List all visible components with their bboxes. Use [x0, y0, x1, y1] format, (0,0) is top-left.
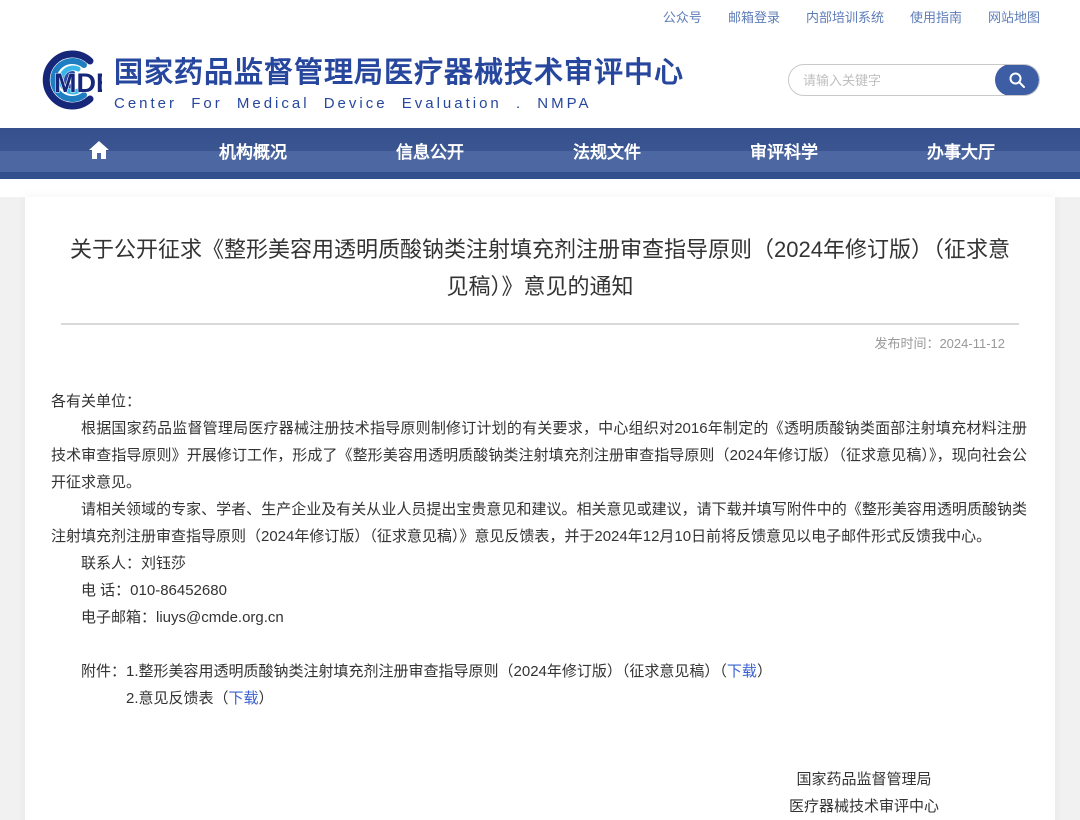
paren: ）	[259, 690, 274, 707]
nav-item-service-hall[interactable]: 办事大厅	[927, 138, 995, 163]
header-spacer	[0, 179, 1080, 197]
topbar-link-user-guide[interactable]: 使用指南	[910, 7, 962, 26]
attachment-item: 2.意见反馈表（下载）	[51, 685, 1027, 712]
article-card: 关于公开征求《整形美容用透明质酸钠类注射填充剂注册审查指导原则（2024年修订版…	[25, 197, 1055, 820]
article-title: 关于公开征求《整形美容用透明质酸钠类注射填充剂注册审查指导原则（2024年修订版…	[60, 231, 1020, 305]
publish-time: 发布时间：2024-11-12	[39, 333, 1005, 352]
topbar-link-sitemap[interactable]: 网站地图	[988, 7, 1040, 26]
paren: ）	[757, 663, 772, 680]
nav-bottom-strip	[0, 172, 1080, 179]
cmde-logo-icon: MDE	[28, 44, 102, 116]
salutation: 各有关单位：	[51, 388, 1027, 415]
site-logo[interactable]: MDE 国家药品监督管理局医疗器械技术审评中心 Center For Medic…	[28, 44, 684, 116]
site-header: MDE 国家药品监督管理局医疗器械技术审评中心 Center For Medic…	[0, 32, 1080, 128]
paren: （	[214, 690, 229, 707]
site-search	[788, 64, 1040, 96]
title-divider	[61, 323, 1019, 325]
contact-email: 电子邮箱：liuys@cmde.org.cn	[51, 604, 1027, 631]
topbar-link-training-system[interactable]: 内部培训系统	[806, 7, 884, 26]
attachment-download-link[interactable]: 下载	[727, 663, 757, 680]
search-icon	[1008, 71, 1026, 89]
top-utility-bar: 公众号 邮箱登录 内部培训系统 使用指南 网站地图	[0, 0, 1080, 32]
contact-phone: 电 话：010-86452680	[51, 577, 1027, 604]
signature-org-2: 医疗器械技术审评中心	[759, 793, 969, 820]
search-button[interactable]	[995, 64, 1039, 96]
logo-text: 国家药品监督管理局医疗器械技术审评中心 Center For Medical D…	[114, 49, 684, 112]
contact-person: 联系人：刘钰莎	[51, 550, 1027, 577]
article-body: 各有关单位： 根据国家药品监督管理局医疗器械注册技术指导原则制修订计划的有关要求…	[39, 352, 1041, 820]
svg-text:MDE: MDE	[54, 68, 102, 98]
topbar-link-wechat[interactable]: 公众号	[663, 7, 702, 26]
attachments: 附件：1.整形美容用透明质酸钠类注射填充剂注册审查指导原则（2024年修订版）（…	[51, 658, 1027, 712]
nav-item-info-disclosure[interactable]: 信息公开	[396, 138, 464, 163]
attachment-download-link[interactable]: 下载	[229, 690, 259, 707]
main-nav: 机构概况 信息公开 法规文件 审评科学 办事大厅	[0, 128, 1080, 172]
search-input[interactable]	[789, 65, 995, 95]
home-icon	[88, 140, 110, 160]
logo-title-cn: 国家药品监督管理局医疗器械技术审评中心	[114, 49, 684, 91]
signature-block: 国家药品监督管理局 医疗器械技术审评中心 2024年11月11日	[759, 766, 969, 820]
signature-org-1: 国家药品监督管理局	[759, 766, 969, 793]
nav-item-review-science[interactable]: 审评科学	[750, 138, 818, 163]
nav-item-regulations[interactable]: 法规文件	[573, 138, 641, 163]
paren: （	[719, 663, 727, 680]
paragraph: 请相关领域的专家、学者、生产企业及有关从业人员提出宝贵意见和建议。相关意见或建议…	[51, 496, 1027, 550]
nav-home[interactable]	[88, 140, 110, 160]
paragraph: 根据国家药品监督管理局医疗器械注册技术指导原则制修订计划的有关要求，中心组织对2…	[51, 415, 1027, 496]
attachments-label: 附件：	[81, 663, 126, 680]
attachment-name: 2.意见反馈表	[126, 690, 214, 707]
topbar-link-mail-login[interactable]: 邮箱登录	[728, 7, 780, 26]
page: 公众号 邮箱登录 内部培训系统 使用指南 网站地图 MDE 国家药品监督管理局医…	[0, 0, 1080, 820]
nav-item-about[interactable]: 机构概况	[219, 138, 287, 163]
attachment-item: 附件：1.整形美容用透明质酸钠类注射填充剂注册审查指导原则（2024年修订版）（…	[51, 658, 1027, 685]
logo-title-en: Center For Medical Device Evaluation . N…	[114, 95, 684, 112]
attachment-name: 1.整形美容用透明质酸钠类注射填充剂注册审查指导原则（2024年修订版）（征求意…	[126, 663, 719, 680]
